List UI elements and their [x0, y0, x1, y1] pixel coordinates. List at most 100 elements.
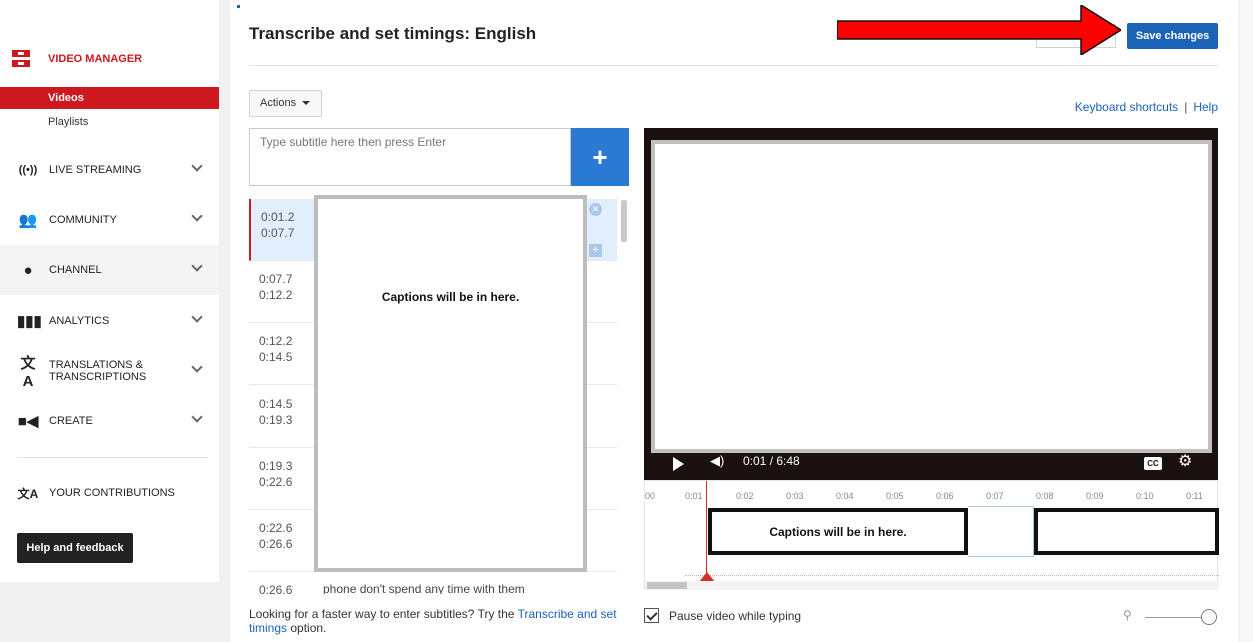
contributions-icon: 文A — [17, 486, 39, 501]
caption-times: 0:12.2 0:14.5 — [259, 334, 293, 364]
actions-label: Actions — [260, 97, 297, 109]
tick-label: 0:10 — [1136, 491, 1154, 501]
actions-dropdown[interactable]: Actions — [249, 90, 322, 117]
faster-suffix: option. — [287, 621, 327, 635]
video-player[interactable]: ◀) 0:01 / 6:48 CC ⚙ — [644, 128, 1218, 480]
pause-checkbox[interactable] — [644, 608, 659, 623]
sidebar-item-videos[interactable]: Videos — [0, 87, 219, 109]
sidebar-section-live-streaming[interactable]: ((•)) LIVE STREAMING — [0, 145, 219, 195]
volume-icon[interactable]: ◀) — [710, 453, 724, 469]
timeline-caption-segment[interactable] — [1034, 508, 1219, 555]
zoom-icon: ⚲ — [1123, 608, 1132, 622]
tick-label: 00 — [645, 491, 656, 501]
timeline-scrollbar[interactable] — [645, 581, 1219, 590]
faster-hint: Looking for a faster way to enter subtit… — [249, 607, 619, 635]
analytics-icon: ▮▮▮ — [17, 313, 42, 330]
caret-down-icon — [302, 101, 311, 106]
channel-icon: ● — [23, 261, 33, 279]
sidebar-divider — [17, 457, 208, 458]
timeline-selected-range — [968, 506, 1034, 557]
timeline-ruler: 00 0:01 0:02 0:03 0:04 0:05 0:06 0:07 0:… — [645, 481, 1219, 505]
caption-times: 0:14.5 0:19.3 — [259, 397, 293, 427]
chevron-down-icon — [191, 160, 203, 172]
timeline-placeholder-text: Captions will be in here. — [769, 525, 907, 539]
zoom-knob[interactable] — [1201, 609, 1217, 625]
contributions-label: YOUR CONTRIBUTIONS — [49, 487, 175, 499]
help-links: Keyboard shortcuts | Help — [1075, 100, 1218, 114]
caption-row[interactable]: 0:26.6 phone don't spend any time with t… — [249, 572, 617, 594]
delete-caption-icon[interactable]: ✕ — [589, 203, 602, 216]
add-subtitle-button[interactable]: + — [571, 128, 629, 186]
sidebar-section-create[interactable]: ■◀ CREATE — [0, 396, 219, 446]
video-manager-icon — [12, 50, 30, 68]
tick-label: 0:06 — [936, 491, 954, 501]
caption-times: 0:19.3 0:22.6 — [259, 459, 293, 489]
page-scrollbar[interactable] — [1240, 0, 1253, 642]
annotation-arrow-shape — [837, 5, 1121, 55]
sidebar: VIDEO MANAGER Videos Playlists ((•)) LIV… — [0, 0, 219, 582]
section-label: CREATE — [49, 415, 93, 427]
zoom-track — [1145, 617, 1205, 618]
sidebar-section-analytics[interactable]: ▮▮▮ ANALYTICS — [0, 296, 219, 346]
chevron-down-icon — [191, 260, 203, 272]
sidebar-section-channel[interactable]: ● CHANNEL — [0, 245, 219, 295]
tick-label: 0:01 — [685, 491, 703, 501]
video-screen — [651, 140, 1212, 453]
help-link[interactable]: Help — [1193, 100, 1218, 114]
live-streaming-icon: ((•)) — [18, 164, 38, 176]
tick-label: 0:05 — [886, 491, 904, 501]
caption-timeline[interactable]: 00 0:01 0:02 0:03 0:04 0:05 0:06 0:07 0:… — [644, 480, 1219, 590]
timeline-zoom-slider[interactable]: ⚲ — [1123, 608, 1218, 626]
page-title: Transcribe and set timings: English — [249, 24, 537, 43]
tick-label: 0:08 — [1036, 491, 1054, 501]
tick-label: 0:03 — [786, 491, 804, 501]
tick-label: 0:11 — [1186, 491, 1203, 501]
chevron-down-icon — [191, 210, 203, 222]
caption-times: 0:07.7 0:12.2 — [259, 272, 293, 302]
sidebar-item-contributions[interactable]: 文A YOUR CONTRIBUTIONS — [0, 468, 219, 518]
insert-caption-icon[interactable]: + — [589, 244, 602, 257]
annotation-arrow — [837, 5, 1121, 55]
section-label: TRANSLATIONS & TRANSCRIPTIONS — [49, 359, 147, 383]
video-timecode: 0:01 / 6:48 — [743, 454, 800, 468]
playhead-line — [706, 481, 707, 580]
caption-times: 0:22.6 0:26.6 — [259, 521, 293, 551]
brand-label: VIDEO MANAGER — [48, 53, 143, 65]
captions-placeholder-box — [314, 195, 587, 572]
save-changes-button[interactable]: Save changes — [1127, 23, 1218, 49]
create-icon: ■◀ — [17, 413, 39, 430]
keyboard-shortcuts-link[interactable]: Keyboard shortcuts — [1075, 100, 1178, 114]
tick-label: 0:02 — [736, 491, 754, 501]
video-manager-brand[interactable]: VIDEO MANAGER — [12, 50, 142, 68]
chevron-down-icon — [191, 361, 203, 373]
sidebar-section-community[interactable]: 👥 COMMUNITY — [0, 195, 219, 245]
section-label: CHANNEL — [49, 264, 102, 276]
sidebar-item-playlists[interactable]: Playlists — [0, 111, 219, 133]
faster-text: Looking for a faster way to enter subtit… — [249, 607, 518, 621]
tick-label: 0:04 — [836, 491, 854, 501]
caption-list-scrollbar[interactable] — [621, 200, 627, 242]
caption-times: 0:26.6 — [259, 583, 293, 594]
audio-waveform — [685, 575, 1219, 579]
closed-captions-icon[interactable]: CC — [1144, 457, 1162, 470]
help-feedback-button[interactable]: Help and feedback — [17, 533, 133, 563]
tick-label: 0:07 — [986, 491, 1004, 501]
subtitle-input[interactable]: Type subtitle here then press Enter — [249, 128, 571, 186]
main-panel: Transcribe and set timings: English Save… — [230, 0, 1238, 642]
chevron-down-icon — [191, 311, 203, 323]
tick-label: 0:09 — [1086, 491, 1104, 501]
section-label: COMMUNITY — [49, 214, 117, 226]
community-icon: 👥 — [18, 212, 38, 229]
section-label: ANALYTICS — [49, 315, 110, 327]
app-root: VIDEO MANAGER Videos Playlists ((•)) LIV… — [0, 0, 1253, 642]
link-separator: | — [1184, 100, 1188, 114]
pause-label: Pause video while typing — [669, 608, 802, 623]
chevron-down-icon — [191, 411, 203, 423]
header-divider — [249, 65, 1218, 66]
scrollbar-thumb[interactable] — [647, 582, 687, 589]
captions-placeholder-text: Captions will be in here. — [381, 290, 520, 304]
pause-while-typing-option[interactable]: Pause video while typing — [644, 608, 801, 623]
play-icon[interactable] — [673, 457, 684, 471]
sidebar-section-translations[interactable]: 文A TRANSLATIONS & TRANSCRIPTIONS — [0, 346, 219, 396]
gear-icon[interactable]: ⚙ — [1178, 451, 1192, 471]
